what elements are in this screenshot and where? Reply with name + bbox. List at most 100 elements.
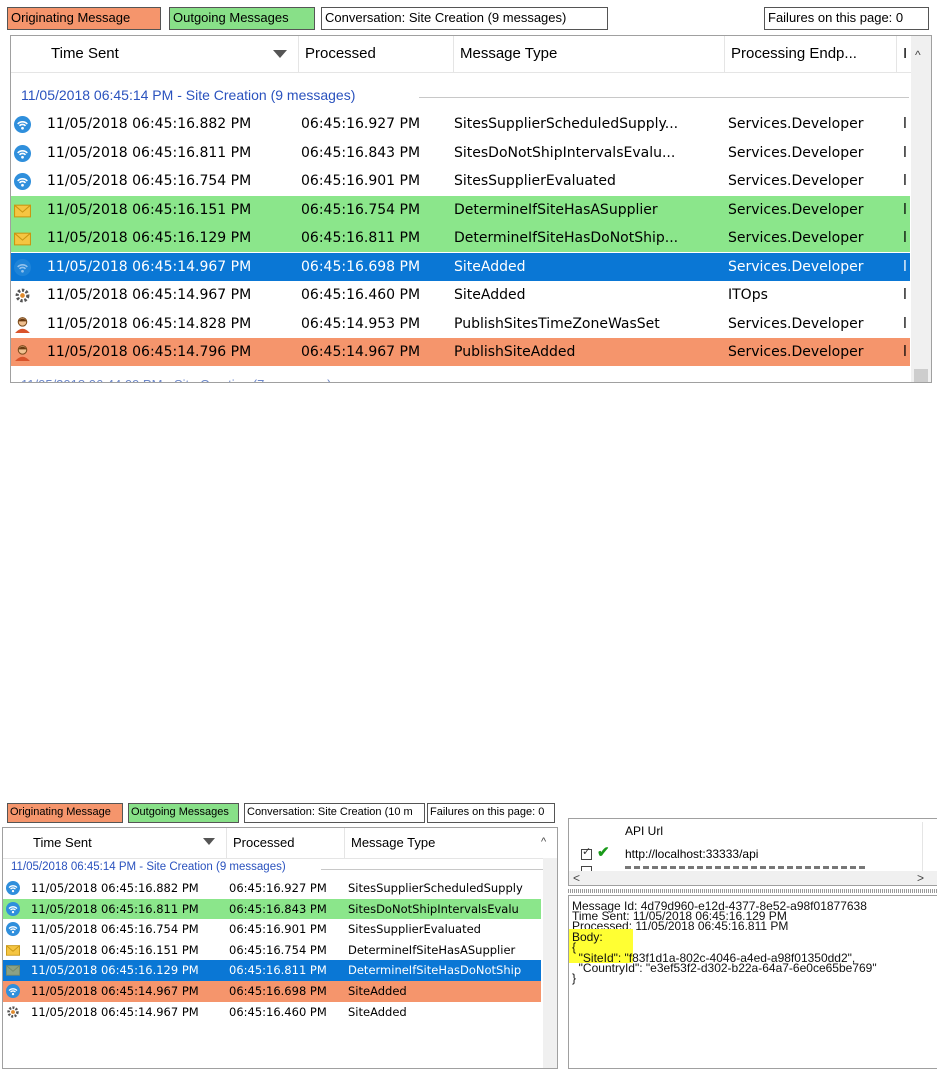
column-message-type-bottom[interactable]: Message Type [345,828,541,858]
horizontal-scrollbar[interactable]: < > [569,871,937,885]
message-type-cell: SitesSupplierEvaluated [348,922,481,937]
vertical-scrollbar-bottom[interactable] [543,858,557,1068]
scroll-right-icon[interactable]: > [917,871,924,885]
time-sent-cell: 11/05/2018 06:45:14.967 PM [31,1004,199,1019]
api-url-value[interactable]: http://localhost:33333/api [625,847,758,861]
scroll-thumb[interactable] [914,369,928,382]
message-type-cell: PublishSiteAdded [454,344,576,360]
time-sent-cell: 11/05/2018 06:45:14.828 PM [47,315,252,332]
table-row[interactable]: 11/05/2018 06:45:16.882 PM 06:45:16.927 P… [3,878,541,899]
table-row[interactable]: 11/05/2018 06:45:14.828 PM 06:45:14.953 P… [11,310,910,338]
message-type-cell: PublishSitesTimeZoneWasSet [454,315,660,332]
endpoint-cell: ITOps [728,287,768,303]
person-icon [14,344,31,361]
processed-cell: 06:45:14.967 PM [301,344,421,360]
processed-cell: 06:45:16.754 PM [301,201,421,218]
api-url-panel: API Url ✓ ✔ http://localhost:33333/api <… [568,818,937,886]
table-row[interactable]: 11/05/2018 06:45:16.129 PM 06:45:16.811 P… [11,224,910,252]
legend-originating-message-bottom: Originating Message [7,803,123,823]
table-row[interactable]: 11/05/2018 06:45:16.882 PM 06:45:16.927 P… [11,110,910,138]
time-sent-cell: 11/05/2018 06:45:16.129 PM [47,230,252,246]
processed-cell: 06:45:16.927 PM [301,116,421,132]
processed-cell: 06:45:16.698 PM [301,258,421,275]
endpoint-cell: Services.Developer [728,315,864,332]
column-time-sent-bottom[interactable]: Time Sent [23,828,227,858]
processed-cell: 06:45:16.811 PM [301,230,421,246]
envelope-icon [6,963,20,977]
message-details-panel: Message Id: 4d79d960-e12d-4377-8e52-a98f… [568,895,937,1069]
processed-cell: 06:45:16.901 PM [229,922,327,937]
table-row[interactable]: 11/05/2018 06:45:14.967 PM 06:45:16.698 P… [11,252,910,281]
time-sent-cell: 11/05/2018 06:45:14.967 PM [47,258,252,275]
processed-cell: 06:45:16.460 PM [229,1004,327,1019]
column-message-type[interactable]: Message Type [454,36,725,72]
wifi-icon [14,116,31,133]
message-type-cell: SiteAdded [348,1004,407,1019]
endpoint-cell: Services.Developer [728,201,864,218]
message-type-cell: SitesDoNotShipIntervalsEvalu... [454,144,676,161]
wifi-icon [6,901,20,916]
sort-descending-icon [273,50,287,58]
processed-cell: 06:45:16.698 PM [229,984,327,998]
gear-icon [6,1005,20,1019]
detail-close-brace: } [572,971,577,985]
time-sent-cell: 11/05/2018 06:45:16.882 PM [47,116,252,132]
detail-country-id: "CountryId": "e3ef53f2-d302-b22a-64a7-6e… [572,961,877,975]
processed-cell: 06:45:16.754 PM [229,942,327,957]
scroll-up-icon-bottom[interactable]: ^ [541,836,546,848]
splitter[interactable] [568,889,937,893]
detail-body-label: Body: [572,930,603,944]
wifi-icon [6,881,20,895]
message-type-cell: DetermineIfSiteHasASupplier [348,942,516,957]
table-row[interactable]: 11/05/2018 06:45:16.754 PM 06:45:16.901 P… [11,167,910,195]
grid-header-bottom: Time Sent Processed Message Type ^ [3,828,557,859]
group-header-bottom[interactable]: 11/05/2018 06:45:14 PM - Site Creation (… [11,861,286,873]
wifi-icon [6,984,20,998]
table-row[interactable]: 11/05/2018 06:45:16.151 PM 06:45:16.754 P… [3,940,541,961]
column-processed-bottom[interactable]: Processed [227,828,345,858]
message-type-cell: SiteAdded [454,287,526,303]
time-sent-cell: 11/05/2018 06:45:16.754 PM [31,922,199,937]
person-icon [14,316,31,333]
gear-icon [14,287,31,304]
time-sent-cell: 11/05/2018 06:45:16.151 PM [31,942,199,957]
column-processed[interactable]: Processed [299,36,454,72]
api-url-header[interactable]: API Url [625,824,663,838]
wifi-icon [14,173,31,190]
vertical-scrollbar[interactable]: ^ [911,36,931,382]
table-row[interactable]: 11/05/2018 06:45:16.151 PM 06:45:16.754 P… [11,195,910,224]
wifi-icon [14,144,31,162]
conversation-label: Conversation: Site Creation (9 messages) [321,7,608,30]
failures-label: Failures on this page: 0 [764,7,929,30]
column-time-sent-label-bottom: Time Sent [33,835,92,850]
table-row[interactable]: 11/05/2018 06:45:14.967 PM 06:45:16.460 P… [3,1002,541,1023]
message-type-cell: DetermineIfSiteHasDoNotShip [348,963,522,978]
table-row[interactable]: 11/05/2018 06:45:16.129 PM 06:45:16.811 P… [3,960,541,981]
message-type-cell: SitesSupplierScheduledSupply... [454,116,679,132]
table-row[interactable]: 11/05/2018 06:45:14.967 PM 06:45:16.460 P… [11,281,910,309]
table-row[interactable]: 11/05/2018 06:45:16.811 PM 06:45:16.843 P… [3,898,541,920]
time-sent-cell: 11/05/2018 06:45:14.796 PM [47,344,252,360]
messages-grid-bottom[interactable]: Time Sent Processed Message Type ^ ▪ ▪ ▪… [2,827,558,1069]
group-header[interactable]: 11/05/2018 06:45:14 PM - Site Creation (… [21,87,355,103]
clipped-next-group: 11/05/2018 06:44:09 PM - Site Creation (… [21,377,411,382]
endpoint-cell: Services.Developer [728,230,864,246]
table-row[interactable]: 11/05/2018 06:45:14.796 PM 06:45:14.967 P… [11,338,910,366]
scroll-left-icon[interactable]: < [573,871,580,885]
legend-outgoing-messages: Outgoing Messages [169,7,315,30]
message-type-cell: DetermineIfSiteHasDoNotShip... [454,230,679,246]
table-row[interactable]: 11/05/2018 06:45:14.967 PM 06:45:16.698 P… [3,981,541,1002]
envelope-icon [6,943,20,957]
column-time-sent[interactable]: Time Sent [41,36,299,72]
time-sent-cell: 11/05/2018 06:45:14.967 PM [31,984,199,998]
scroll-up-icon[interactable]: ^ [915,48,921,62]
message-type-cell: SiteAdded [348,984,407,998]
column-processing-endpoint[interactable]: Processing Endp... [725,36,897,72]
time-sent-cell: 11/05/2018 06:45:16.151 PM [47,201,252,218]
processed-cell: 06:45:16.460 PM [301,287,421,303]
table-row[interactable]: 11/05/2018 06:45:16.754 PM 06:45:16.901 P… [3,919,541,940]
table-row[interactable]: 11/05/2018 06:45:16.811 PM 06:45:16.843 P… [11,139,910,167]
messages-grid[interactable]: Time Sent Processed Message Type Process… [10,35,932,383]
processed-cell: 06:45:14.953 PM [301,315,421,332]
endpoint-cell: Services.Developer [728,258,864,275]
